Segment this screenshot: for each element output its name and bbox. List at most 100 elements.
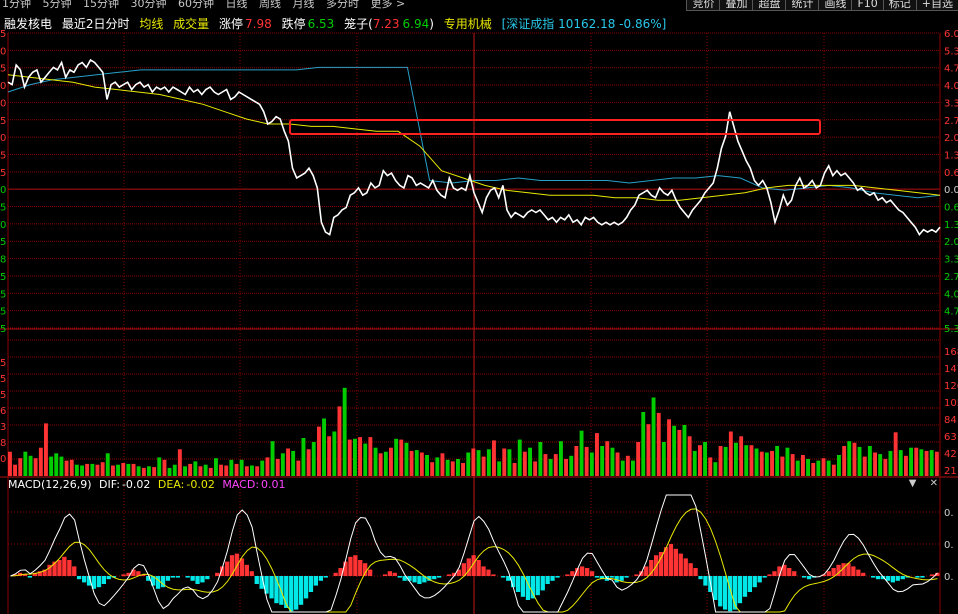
volume-bar [934, 451, 939, 476]
macd-bar [861, 572, 866, 576]
macd-bar [466, 558, 471, 576]
macd-bar [762, 576, 767, 578]
volume-bar [579, 430, 584, 476]
macd-bar [930, 574, 935, 576]
macd-bar [530, 576, 535, 599]
volume-bar [687, 436, 692, 476]
macd-bar [491, 574, 496, 576]
macd-bar [82, 576, 87, 583]
volume-bar [888, 450, 893, 476]
volume-bar [358, 437, 362, 476]
volume-bar [806, 459, 810, 476]
macd-bar [540, 576, 545, 591]
macd-bar [249, 571, 254, 576]
volume-bar [641, 412, 646, 476]
axis-ticks: 6.05.34.74.03.32.72.01.30.60.00.61.32.03… [0, 29, 958, 583]
macd-bar [358, 560, 363, 576]
macd-bar [787, 568, 792, 576]
macd-bar [713, 576, 718, 600]
macd-bar [289, 576, 294, 612]
macd-bar [723, 576, 728, 610]
price-tick-label: 1.3 [944, 220, 958, 231]
volume-bar [172, 464, 177, 476]
volume-bar [280, 453, 285, 476]
volume-bar [466, 452, 471, 476]
volume-bar [33, 458, 38, 476]
price-tick-label: 4.0 [944, 289, 958, 300]
volume-bar [764, 452, 769, 476]
macd-tick-label: 0. [944, 540, 954, 551]
volume-bar [677, 429, 682, 476]
volume-bar [667, 419, 671, 476]
price-tick-label: 1.3 [944, 150, 958, 161]
volume-bar [517, 439, 522, 476]
volume-bar [378, 453, 383, 476]
macd-bar [535, 576, 540, 596]
volume-bar [461, 463, 465, 476]
left-tick-label: 5 [0, 324, 6, 335]
macd-bar [619, 576, 624, 581]
volume-bar [929, 450, 934, 476]
macd-bar [826, 571, 831, 576]
volume-bar [682, 425, 687, 476]
macd-bar [303, 576, 309, 599]
volume-left-tick: 3 [0, 422, 6, 433]
volume-bar [18, 458, 23, 476]
volume-bar [399, 439, 404, 476]
macd-bar [580, 566, 585, 576]
macd-bar [801, 576, 807, 578]
volume-bar [533, 461, 538, 476]
volume-bar [605, 441, 610, 476]
macd-bar [683, 558, 688, 576]
left-tick-label: 0 [0, 133, 6, 144]
price-tick-label: 5.3 [944, 324, 958, 335]
volume-bar [584, 446, 589, 476]
volume-bar [492, 440, 496, 476]
volume-left-tick: 5 [0, 358, 6, 369]
volume-bar [692, 450, 697, 476]
volume-bar [615, 452, 620, 476]
macd-bar [624, 576, 629, 578]
volume-bar [116, 464, 120, 476]
macd-bar [333, 572, 338, 576]
macd-bar [200, 576, 205, 583]
macd-bar [195, 576, 200, 584]
volume-bar [708, 457, 713, 476]
volume-bar [898, 450, 903, 476]
volume-bar [595, 433, 599, 476]
macd-bar [67, 560, 72, 576]
price-tick-label: 2.7 [944, 116, 958, 127]
volume-bar [656, 412, 661, 476]
volume-bar [347, 439, 352, 476]
volume-bar [476, 450, 481, 476]
volume-bar [239, 459, 244, 476]
left-tick-label: 0 [0, 46, 6, 57]
volume-bar [136, 466, 141, 476]
macd-bar [895, 576, 900, 581]
left-tick-label: 5 [0, 64, 6, 75]
macd-bar [698, 576, 703, 580]
macd-bar [294, 576, 299, 610]
macd-bar [831, 568, 836, 576]
macd-bar [747, 576, 752, 592]
volume-bar [131, 463, 136, 476]
volume-bar [64, 460, 69, 476]
macd-bar [77, 576, 82, 580]
macd-bar [106, 576, 111, 580]
highlight-box[interactable] [289, 119, 821, 135]
volume-bar [723, 446, 728, 476]
volume-bar [322, 418, 326, 476]
volume-bar [13, 464, 17, 476]
volume-bar [759, 451, 764, 476]
volume-bar [728, 431, 733, 476]
volume-bar [425, 455, 429, 476]
volume-bar [564, 459, 568, 476]
volume-bar [126, 463, 131, 476]
macd-bar [920, 576, 925, 578]
volume-bar [512, 463, 517, 476]
volume-bar [404, 442, 409, 476]
volume-bar [419, 452, 424, 476]
volume-tick-label: 168 [944, 347, 958, 358]
volume-bar [698, 445, 702, 476]
macd-bar [269, 576, 274, 599]
